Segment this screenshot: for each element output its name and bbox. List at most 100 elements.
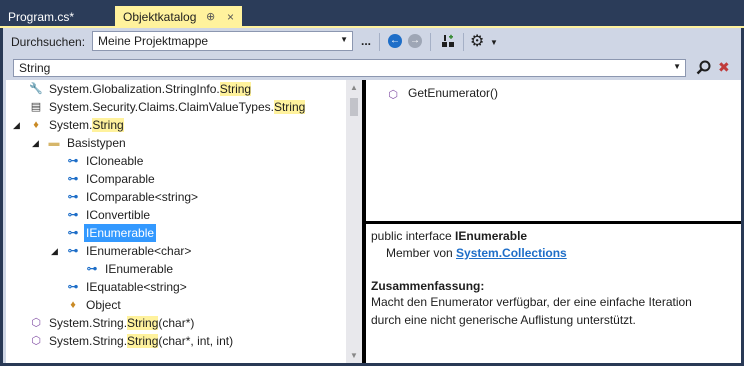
tree-scrollbar[interactable]: ▲ ▼ (346, 80, 362, 363)
tree-item-label: System.Security.Claims.ClaimValueTypes.S… (49, 98, 306, 116)
method-icon: ⬡ (388, 89, 398, 101)
tree-item-label: System.String (49, 116, 124, 134)
edit-custom-component-set-button[interactable]: ... (361, 34, 371, 48)
tree-item[interactable]: ⬡ System.String.String(char*, int, int) (6, 332, 346, 350)
tree-item[interactable]: ◢ ⊶ IEnumerable<char> (6, 242, 346, 260)
label-prefix: System.String. (49, 316, 128, 330)
pin-icon[interactable]: ⊕ (206, 6, 215, 28)
search-input[interactable]: String ▼ (13, 59, 686, 77)
collapse-arrow-icon[interactable]: ◢ (51, 242, 58, 260)
method-icon: ⬡ (31, 335, 41, 347)
interface-icon: ⊶ (86, 263, 98, 275)
tree-item[interactable]: ⬡ System.String.String(char*) (6, 314, 346, 332)
tree-item-label: IConvertible (86, 208, 151, 222)
tree-item[interactable]: ◢ ♦ System.String (6, 116, 346, 134)
tree-item[interactable]: ⊶ IEnumerable (6, 260, 346, 278)
forward-icon[interactable]: → (408, 34, 422, 48)
tree-item[interactable]: ◢ ▬ Basistypen (6, 134, 346, 152)
summary-text-line: Macht den Enumerator verfügbar, der eine… (371, 295, 692, 309)
class-icon: ♦ (33, 119, 39, 131)
tree-item-label: IComparable<string> (86, 190, 199, 204)
object-browser-panel: Durchsuchen: Meine Projektmappe ▼ ... ← … (3, 28, 741, 363)
browse-label: Durchsuchen: (11, 35, 86, 49)
scrollbar-thumb[interactable] (350, 98, 358, 116)
tab-program-cs[interactable]: Program.cs* (0, 6, 112, 28)
close-icon[interactable]: × (227, 6, 234, 28)
label-prefix: System.Globalization.StringInfo. (49, 82, 220, 96)
tree-item-label: IEquatable<string> (86, 280, 187, 294)
search-row: String ▼ ✖ (3, 56, 741, 80)
search-match: String (219, 82, 252, 96)
object-tree[interactable]: 🔧 System.Globalization.StringInfo.String… (6, 80, 349, 363)
chevron-down-icon: ▼ (340, 35, 348, 44)
collapse-arrow-icon[interactable]: ◢ (13, 116, 20, 134)
summary-text-line: durch eine nicht generische Auflistung u… (371, 313, 636, 327)
tab-objektkatalog[interactable]: Objektkatalog ⊕ × (115, 6, 242, 28)
label-prefix: System.Security.Claims.ClaimValueTypes. (49, 100, 274, 114)
search-match: String (127, 316, 159, 330)
toolbar-separator (463, 33, 464, 51)
tree-item-label: System.Globalization.StringInfo.String (49, 80, 252, 98)
tree-item[interactable]: ⊶ ICloneable (6, 152, 346, 170)
object-browser-toolbar: Durchsuchen: Meine Projektmappe ▼ ... ← … (3, 28, 741, 56)
member-of-prefix: Member von (386, 246, 457, 260)
tree-item-label: ICloneable (86, 154, 144, 168)
back-icon[interactable]: ← (388, 34, 402, 48)
folder-icon: ▬ (48, 137, 60, 149)
browse-scope-dropdown[interactable]: Meine Projektmappe ▼ (92, 31, 353, 51)
tab-objektkatalog-label: Objektkatalog (123, 10, 197, 24)
tree-item-label: IEnumerable (105, 262, 174, 276)
browse-scope-value: Meine Projektmappe (98, 34, 209, 48)
tree-item-label: IComparable (86, 172, 155, 186)
signature-line: public interface IEnumerable (371, 229, 527, 243)
method-icon: ⬡ (31, 317, 41, 329)
tree-item[interactable]: 🔧 System.Globalization.StringInfo.String (6, 80, 346, 98)
tree-item-label: Basistypen (67, 136, 126, 150)
class-icon: ♦ (70, 299, 76, 311)
namespace-link[interactable]: System.Collections (456, 246, 567, 260)
interface-icon: ⊶ (67, 281, 79, 293)
tree-item[interactable]: ⊶ IComparable<string> (6, 188, 346, 206)
tree-item[interactable]: ⊶ IComparable (6, 170, 346, 188)
tree-item-label: IEnumerable<char> (86, 244, 192, 258)
tree-item-label: System.String.String(char*, int, int) (49, 332, 233, 350)
label-prefix: System.String. (49, 334, 128, 348)
toolbar-separator (379, 33, 380, 51)
scroll-up-icon[interactable]: ▲ (350, 83, 358, 92)
tree-item[interactable]: ♦ Object (6, 296, 346, 314)
label-suffix: (char*, int, int) (158, 334, 234, 348)
search-icon[interactable] (695, 59, 713, 77)
member-of-line: Member von System.Collections (386, 246, 567, 260)
signature-name: IEnumerable (455, 229, 528, 243)
tree-item-label: Object (86, 298, 121, 312)
field-icon: ▤ (30, 101, 42, 113)
tree-item-selected[interactable]: ⊶ IEnumerable (6, 224, 346, 242)
search-match: String (273, 100, 306, 114)
tree-item[interactable]: ▤ System.Security.Claims.ClaimValueTypes… (6, 98, 346, 116)
search-match: String (127, 334, 159, 348)
scroll-down-icon[interactable]: ▼ (350, 351, 358, 360)
details-pane: public interface IEnumerable Member von … (366, 224, 741, 363)
interface-icon: ⊶ (67, 209, 79, 221)
chevron-down-icon[interactable]: ▼ (673, 62, 681, 71)
members-pane[interactable]: ⬡ GetEnumerator() (366, 80, 741, 221)
gear-icon[interactable]: ⚙ (470, 31, 486, 50)
tree-item[interactable]: ⊶ IConvertible (6, 206, 346, 224)
label-prefix: System. (49, 118, 93, 132)
interface-icon: ⊶ (67, 191, 79, 203)
collapse-arrow-icon[interactable]: ◢ (32, 134, 39, 152)
wrench-icon: 🔧 (29, 83, 43, 95)
summary-heading: Zusammenfassung: (371, 279, 485, 293)
member-item-label: GetEnumerator() (408, 86, 499, 100)
tree-item[interactable]: ⊶ IEquatable<string> (6, 278, 346, 296)
add-reference-icon[interactable] (440, 33, 456, 49)
tree-item-label: System.String.String(char*) (49, 314, 194, 332)
tab-program-cs-label: Program.cs* (8, 10, 75, 24)
clear-search-icon[interactable]: ✖ (718, 59, 730, 76)
label-suffix: (char*) (158, 316, 195, 330)
interface-icon: ⊶ (67, 155, 79, 167)
search-input-value: String (19, 61, 51, 75)
chevron-down-icon[interactable]: ▼ (490, 38, 498, 47)
search-match: String (92, 118, 124, 132)
document-tab-bar: Program.cs* Objektkatalog ⊕ × (0, 0, 744, 28)
